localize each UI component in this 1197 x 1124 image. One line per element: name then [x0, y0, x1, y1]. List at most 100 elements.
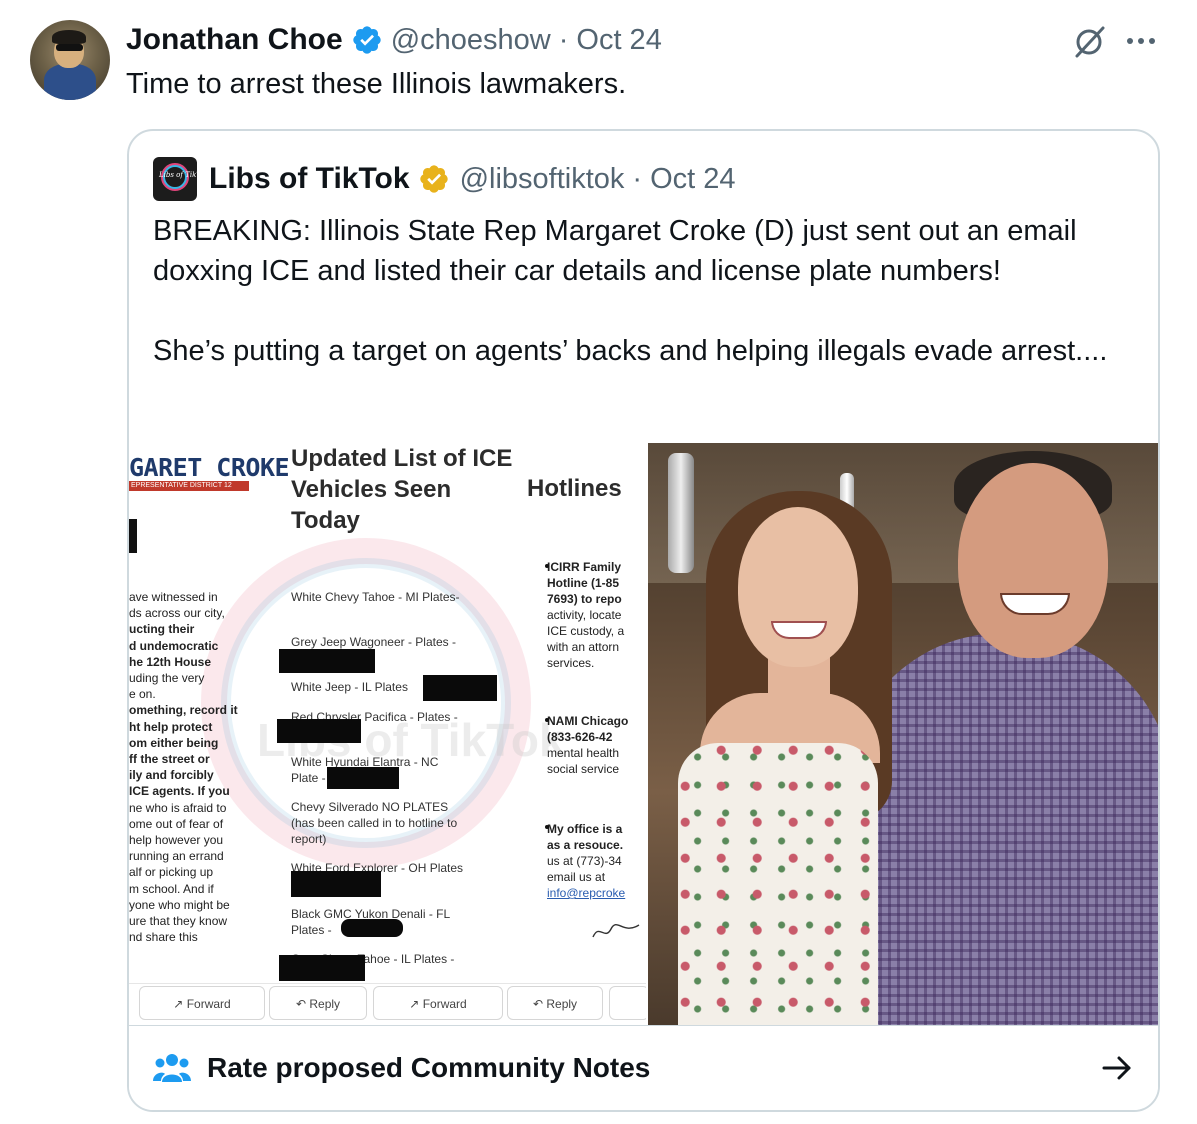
- email-button-label: Reply: [546, 997, 578, 1011]
- doc-vehicle-line: report): [291, 832, 327, 846]
- email-more-button: [609, 986, 646, 1020]
- doc-left-line: ht help protect: [129, 719, 213, 734]
- doc-left-line: e on.: [129, 687, 156, 702]
- doc-left-line: ily and forcibly: [129, 768, 214, 783]
- community-notes-bar[interactable]: Rate proposed Community Notes: [129, 1025, 1158, 1110]
- email-forward-button: ↗ Forward: [373, 986, 503, 1020]
- doc-left-line: help however you: [129, 833, 224, 848]
- quoted-author-handle[interactable]: @libsoftiktok: [460, 163, 625, 196]
- doc-left-line: omething, record it: [129, 703, 238, 718]
- avatar-body-shape: [44, 64, 96, 100]
- more-dot: [1149, 38, 1155, 44]
- avatar-logo-text: Libs of TikTok: [159, 171, 197, 179]
- community-notes-label[interactable]: Rate proposed Community Notes: [207, 1052, 650, 1084]
- email-reply-button: ↶ Reply: [269, 986, 367, 1020]
- doc-left-line: ICE agents. If you: [129, 784, 230, 799]
- tweet-header: Jonathan Choe @choeshow · Oct 24: [126, 22, 662, 58]
- doc-left-line: uding the very: [129, 671, 205, 686]
- photo-man-smile-shape: [1000, 593, 1070, 615]
- more-dot: [1138, 38, 1144, 44]
- quoted-tweet-paragraph: She’s putting a target on agents’ backs …: [153, 335, 1108, 367]
- redaction-box: [277, 719, 361, 743]
- doc-left-line: running an errand: [129, 849, 224, 864]
- doc-left-line: d undemocratic: [129, 638, 219, 653]
- doc-hotline-line: activity, locate: [547, 608, 622, 622]
- redaction-box: [279, 649, 375, 673]
- forward-glyph: ↗: [409, 997, 420, 1011]
- photo-man-face-shape: [958, 463, 1108, 658]
- doc-hotline-line: (833-626-42: [547, 730, 613, 744]
- quoted-author-avatar[interactable]: Libs of TikTok: [153, 157, 197, 201]
- doc-left-line: m school. And if: [129, 881, 214, 896]
- doc-hotline-line: info@repcroke: [547, 886, 626, 900]
- redaction-box: [291, 871, 381, 897]
- reply-glyph: ↶: [532, 997, 544, 1011]
- doc-hotline-line: ICIRR Family: [547, 560, 622, 574]
- avatar-sunglasses-shape: [56, 44, 83, 51]
- doc-vehicle-line: Grey Jeep Wagoneer - Plates -: [291, 635, 456, 649]
- separator-dot: ·: [558, 23, 569, 56]
- doc-hotline-line: as a resouce.: [547, 838, 624, 852]
- doc-hotlines-title: Hotlines: [527, 475, 622, 502]
- people-icon: [153, 1054, 191, 1082]
- doc-vehicle-line: (has been called in to hotline to: [291, 816, 458, 830]
- doc-hotline-line: 7693) to repo: [547, 592, 622, 606]
- email-button-label: Forward: [422, 997, 467, 1011]
- doc-hotline-line: NAMI Chicago: [547, 714, 629, 728]
- doc-vehicle-line: Chevy Silverado NO PLATES: [291, 800, 449, 814]
- redaction-box: [341, 919, 403, 937]
- email-reply-button: ↶ Reply: [507, 986, 603, 1020]
- email-button-label: Forward: [186, 997, 231, 1011]
- doc-left-line: ucting their: [129, 622, 195, 637]
- doc-left-line: alf or picking up: [129, 865, 214, 880]
- arrow-right-icon[interactable]: [1101, 1054, 1133, 1082]
- doc-vehicle-line: Plates -: [291, 923, 332, 937]
- photo-woman-face-shape: [738, 507, 858, 667]
- doc-left-line: ff the street or: [129, 752, 210, 767]
- doc-redaction: [129, 519, 137, 553]
- more-icon[interactable]: [1127, 38, 1155, 44]
- redaction-box: [327, 767, 399, 789]
- grok-icon[interactable]: [1071, 24, 1107, 60]
- photo-beer-tap-shape: [668, 453, 694, 573]
- doc-left-line: ome out of fear of: [129, 816, 224, 831]
- author-avatar[interactable]: [30, 20, 110, 100]
- redaction-box: [423, 675, 497, 701]
- doc-vehicle-line: White Jeep - IL Plates: [291, 680, 408, 694]
- author-name[interactable]: Jonathan Choe: [126, 23, 343, 57]
- doc-left-line: nd share this: [129, 930, 198, 945]
- quoted-tweet-date[interactable]: Oct 24: [650, 163, 735, 196]
- quoted-tweet-paragraph: BREAKING: Illinois State Rep Margaret Cr…: [153, 215, 1077, 287]
- doc-left-line: ure that they know: [129, 914, 228, 929]
- quoted-author-name[interactable]: Libs of TikTok: [209, 162, 410, 196]
- doc-hotline-line: services.: [547, 656, 595, 670]
- forward-glyph: ↗: [173, 997, 184, 1011]
- email-button-label: Reply: [309, 997, 341, 1011]
- doc-left-line: yone who might be: [129, 897, 230, 912]
- doc-left-line: ds across our city,: [129, 606, 225, 621]
- bullet: [545, 825, 549, 829]
- doc-header-district: EPRESENTATIVE DISTRICT 12: [129, 481, 249, 491]
- doc-hotline-line: social service: [547, 762, 620, 776]
- tweet-date[interactable]: Oct 24: [576, 24, 661, 57]
- author-handle[interactable]: @choeshow: [391, 24, 551, 57]
- doc-left-line: he 12th House: [129, 654, 212, 669]
- media-grid: Libs of TikTok GARET CROKE EPRESENTATIVE…: [129, 443, 1158, 1025]
- doc-hotline-line: ICE custody, a: [547, 624, 625, 638]
- doc-vehicle-line: Plate -: [291, 771, 326, 785]
- more-dot: [1127, 38, 1133, 44]
- quoted-tweet-header: Libs of TikTok Libs of TikTok @libsoftik…: [153, 157, 736, 201]
- bullet: [545, 718, 549, 722]
- quoted-tweet-text: BREAKING: Illinois State Rep Margaret Cr…: [153, 211, 1143, 371]
- photo-woman-dress-shape: [678, 743, 878, 1025]
- doc-left-line: om either being: [129, 735, 219, 750]
- doc-left-line: ave witnessed in: [129, 590, 218, 604]
- media-image-document[interactable]: Libs of TikTok GARET CROKE EPRESENTATIVE…: [129, 443, 648, 1025]
- doc-hotline-line: email us at: [547, 870, 606, 884]
- reply-glyph: ↶: [295, 997, 307, 1011]
- signature-icon: [592, 924, 640, 938]
- quoted-tweet-card[interactable]: Libs of TikTok Libs of TikTok @libsoftik…: [127, 129, 1160, 1112]
- doc-title: Updated List of ICE Vehicles Seen Today: [291, 445, 513, 534]
- media-image-photo[interactable]: [648, 443, 1158, 1025]
- redaction-box: [279, 955, 365, 981]
